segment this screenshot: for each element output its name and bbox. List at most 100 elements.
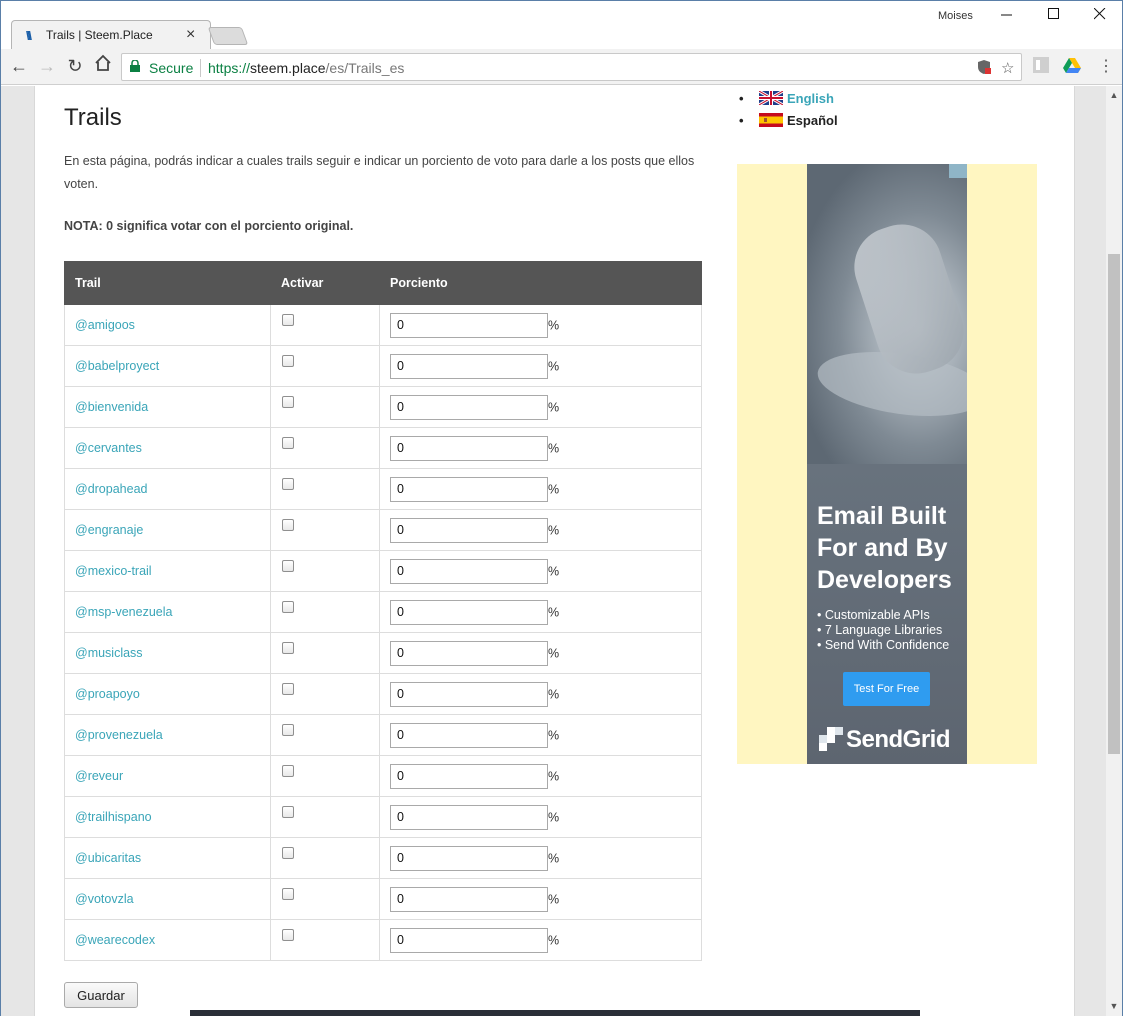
- percent-input[interactable]: [390, 394, 548, 420]
- activar-checkbox[interactable]: [282, 395, 294, 408]
- trail-link[interactable]: @musiclass: [75, 646, 143, 660]
- percent-input[interactable]: [390, 558, 548, 584]
- activar-cell: [270, 386, 380, 428]
- porciento-cell: %: [379, 591, 702, 633]
- trail-link[interactable]: @proapoyo: [75, 687, 140, 701]
- home-icon[interactable]: [91, 54, 115, 78]
- trail-link[interactable]: @amigoos: [75, 318, 135, 332]
- profile-name[interactable]: Moises: [938, 10, 973, 22]
- activar-checkbox[interactable]: [282, 436, 294, 449]
- percent-input[interactable]: [390, 927, 548, 953]
- activar-checkbox[interactable]: [282, 313, 294, 326]
- trail-link[interactable]: @engranaje: [75, 523, 143, 537]
- new-tab-button[interactable]: [207, 27, 249, 45]
- trail-link[interactable]: @reveur: [75, 769, 123, 783]
- activar-checkbox[interactable]: [282, 559, 294, 572]
- activar-cell: [270, 304, 380, 346]
- percent-symbol: %: [548, 400, 560, 414]
- ad-brand: SendGrid: [846, 726, 951, 753]
- trail-link[interactable]: @ubicaritas: [75, 851, 141, 865]
- tab-close-icon[interactable]: ×: [186, 26, 195, 44]
- forward-arrow-icon[interactable]: →: [35, 54, 59, 78]
- percent-input[interactable]: [390, 886, 548, 912]
- reload-icon[interactable]: ↻: [63, 54, 87, 78]
- language-label-spanish[interactable]: Español: [787, 113, 838, 128]
- trail-link[interactable]: @provenezuela: [75, 728, 163, 742]
- trail-link[interactable]: @babelproyect: [75, 359, 159, 373]
- activar-checkbox[interactable]: [282, 518, 294, 531]
- minimize-icon[interactable]: [996, 7, 1018, 27]
- activar-checkbox[interactable]: [282, 764, 294, 777]
- extension-icon[interactable]: [1032, 56, 1050, 74]
- activar-cell: [270, 509, 380, 551]
- trail-cell: @votovzla: [64, 878, 271, 920]
- activar-checkbox[interactable]: [282, 600, 294, 613]
- tab-strip: \\\ Trails | Steem.Place × Moises: [1, 1, 1122, 49]
- activar-cell: [270, 878, 380, 920]
- trail-link[interactable]: @trailhispano: [75, 810, 152, 824]
- save-button[interactable]: Guardar: [64, 982, 138, 1008]
- ad-creative[interactable]: Email Built For and By Developers • Cust…: [807, 164, 967, 764]
- trail-link[interactable]: @bienvenida: [75, 400, 148, 414]
- percent-input[interactable]: [390, 640, 548, 666]
- trail-link[interactable]: @mexico-trail: [75, 564, 152, 578]
- trail-link[interactable]: @dropahead: [75, 482, 147, 496]
- url-host: steem.place: [250, 60, 326, 76]
- note-text: NOTA: 0 significa votar con el porciento…: [64, 219, 354, 233]
- activar-checkbox[interactable]: [282, 928, 294, 941]
- activar-checkbox[interactable]: [282, 846, 294, 859]
- activar-checkbox[interactable]: [282, 354, 294, 367]
- activar-checkbox[interactable]: [282, 887, 294, 900]
- percent-input[interactable]: [390, 681, 548, 707]
- activar-checkbox[interactable]: [282, 805, 294, 818]
- ad-cta-button[interactable]: Test For Free: [843, 672, 930, 706]
- adchoices-icon[interactable]: [949, 164, 967, 178]
- trail-link[interactable]: @cervantes: [75, 441, 142, 455]
- browser-tab[interactable]: \\\ Trails | Steem.Place ×: [11, 20, 211, 49]
- google-drive-icon[interactable]: [1063, 56, 1081, 74]
- percent-input[interactable]: [390, 476, 548, 502]
- activar-cell: [270, 919, 380, 961]
- activar-cell: [270, 632, 380, 674]
- percent-input[interactable]: [390, 517, 548, 543]
- activar-cell: [270, 837, 380, 879]
- close-icon[interactable]: [1089, 7, 1111, 27]
- scrollbar-thumb[interactable]: [1108, 254, 1120, 754]
- activar-checkbox[interactable]: [282, 723, 294, 736]
- percent-input[interactable]: [390, 435, 548, 461]
- percent-symbol: %: [548, 810, 560, 824]
- porciento-cell: %: [379, 427, 702, 469]
- menu-dots-icon[interactable]: ⋮: [1097, 56, 1115, 75]
- shield-blocked-icon[interactable]: [977, 59, 991, 79]
- scroll-up-arrow-icon[interactable]: ▲: [1106, 88, 1122, 102]
- porciento-cell: %: [379, 673, 702, 715]
- page-scrollbar[interactable]: ▲ ▼: [1106, 86, 1122, 1016]
- trail-link[interactable]: @votovzla: [75, 892, 134, 906]
- activar-checkbox[interactable]: [282, 641, 294, 654]
- percent-input[interactable]: [390, 804, 548, 830]
- header-porciento: Porciento: [379, 261, 702, 305]
- address-bar[interactable]: Secure https://steem.place/es/Trails_es …: [121, 53, 1022, 81]
- back-arrow-icon[interactable]: ←: [7, 54, 31, 78]
- activar-checkbox[interactable]: [282, 477, 294, 490]
- percent-input[interactable]: [390, 722, 548, 748]
- scroll-down-arrow-icon[interactable]: ▼: [1106, 999, 1122, 1013]
- language-item-spanish[interactable]: Español: [739, 113, 838, 135]
- trail-link[interactable]: @wearecodex: [75, 933, 155, 947]
- page-title: Trails: [64, 104, 122, 131]
- percent-input[interactable]: [390, 845, 548, 871]
- trail-cell: @provenezuela: [64, 714, 271, 756]
- percent-input[interactable]: [390, 599, 548, 625]
- star-bookmark-icon[interactable]: ☆: [1001, 59, 1014, 77]
- sendgrid-ad[interactable]: Email Built For and By Developers • Cust…: [737, 164, 1037, 764]
- percent-symbol: %: [548, 687, 560, 701]
- language-label-english[interactable]: English: [787, 91, 834, 106]
- activar-checkbox[interactable]: [282, 682, 294, 695]
- percent-input[interactable]: [390, 763, 548, 789]
- language-item-english[interactable]: English: [739, 91, 838, 113]
- percent-input[interactable]: [390, 353, 548, 379]
- trail-link[interactable]: @msp-venezuela: [75, 605, 172, 619]
- maximize-icon[interactable]: [1043, 7, 1065, 27]
- ad-bullet: • Send With Confidence: [817, 638, 950, 652]
- percent-input[interactable]: [390, 312, 548, 338]
